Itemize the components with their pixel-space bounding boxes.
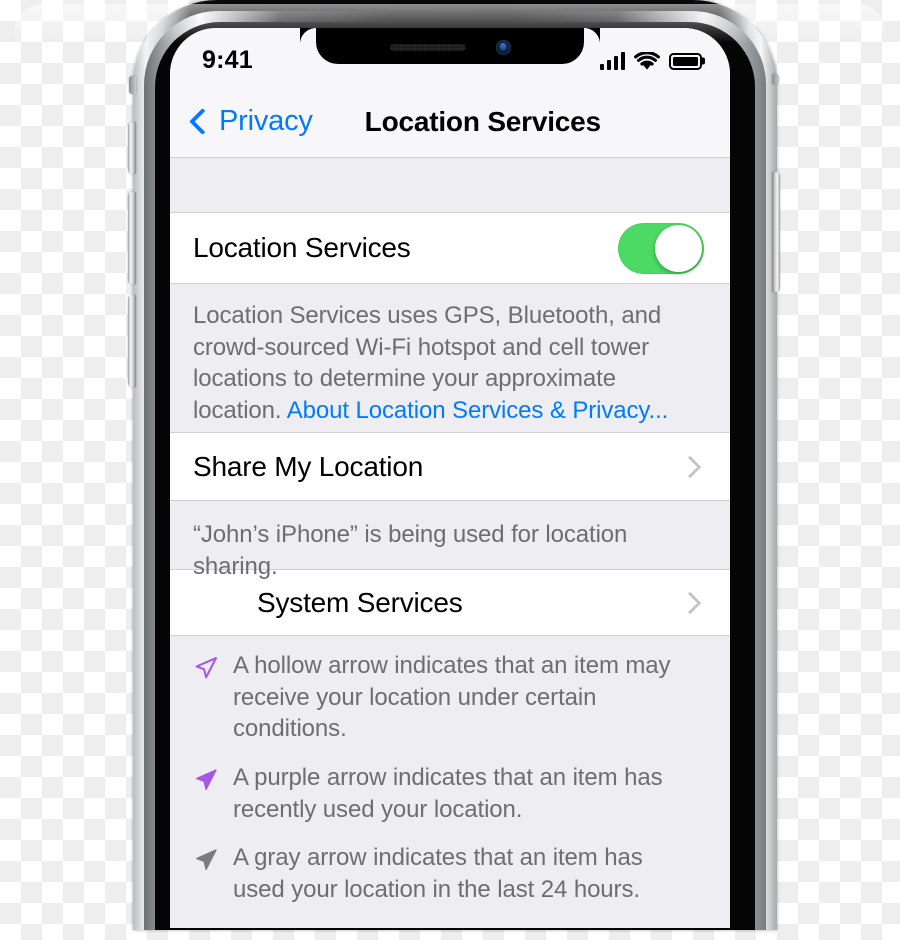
share-my-location-label: Share My Location: [193, 450, 424, 482]
system-services-label: System Services: [257, 586, 463, 618]
volume-down-button[interactable]: [128, 192, 136, 284]
legend-item-text: A hollow arrow indicates that an item ma…: [233, 652, 671, 743]
chevron-right-icon: [678, 455, 702, 478]
back-button-privacy[interactable]: Privacy: [188, 105, 313, 138]
chevron-right-icon: [678, 591, 702, 614]
back-button-label: Privacy: [219, 105, 313, 137]
arrow-legend: A hollow arrow indicates that an item ma…: [170, 636, 730, 906]
status-bar-indicators: [599, 51, 702, 71]
page-title: Location Services: [364, 105, 601, 137]
share-my-location-footer: “John’s iPhone” is being used for locati…: [170, 501, 730, 580]
legend-item-text: A gray arrow indicates that an item has …: [233, 844, 643, 904]
legend-item: A purple arrow indicates that an item ha…: [193, 762, 700, 825]
hollow-purple-arrow-icon: [195, 657, 217, 679]
row-location-services[interactable]: Location Services: [170, 212, 730, 284]
battery-full-icon: [669, 52, 702, 70]
volume-down-button-lower[interactable]: [128, 295, 136, 387]
device-notch: [300, 28, 600, 64]
legend-item: A gray arrow indicates that an item has …: [193, 842, 700, 905]
navigation-bar: Privacy Location Services: [170, 86, 730, 158]
location-services-footer: Location Services uses GPS, Bluetooth, a…: [170, 284, 730, 432]
about-location-services-privacy-link[interactable]: About Location Services & Privacy...: [287, 397, 669, 424]
wifi-icon: [634, 51, 660, 70]
filled-purple-arrow-icon: [195, 769, 217, 791]
chevron-left-icon: [189, 108, 216, 135]
sim-tray-slot: [772, 74, 779, 84]
volume-up-button[interactable]: [128, 122, 136, 174]
front-camera-icon: [495, 39, 511, 55]
settings-list: Location Services Location Services uses…: [170, 158, 730, 928]
earpiece-speaker-icon: [389, 43, 466, 51]
legend-item-text: A purple arrow indicates that an item ha…: [233, 764, 663, 823]
side-power-button[interactable]: [772, 172, 780, 292]
screenshot-stage: 9:41 Privacy Location Services Location …: [0, 0, 900, 940]
status-bar-time: 9:41: [202, 45, 253, 74]
group-spacer-top: [170, 158, 730, 212]
filled-gray-arrow-icon: [195, 849, 217, 871]
legend-item: A hollow arrow indicates that an item ma…: [193, 650, 700, 745]
ringer-switch-button[interactable]: [129, 76, 136, 94]
toggle-knob: [655, 224, 702, 272]
signal-bars-icon: [599, 52, 625, 70]
phone-screen: 9:41 Privacy Location Services Location …: [170, 28, 730, 928]
location-services-toggle[interactable]: [618, 222, 704, 274]
location-services-label: Location Services: [193, 232, 411, 263]
row-share-my-location[interactable]: Share My Location: [170, 432, 730, 501]
